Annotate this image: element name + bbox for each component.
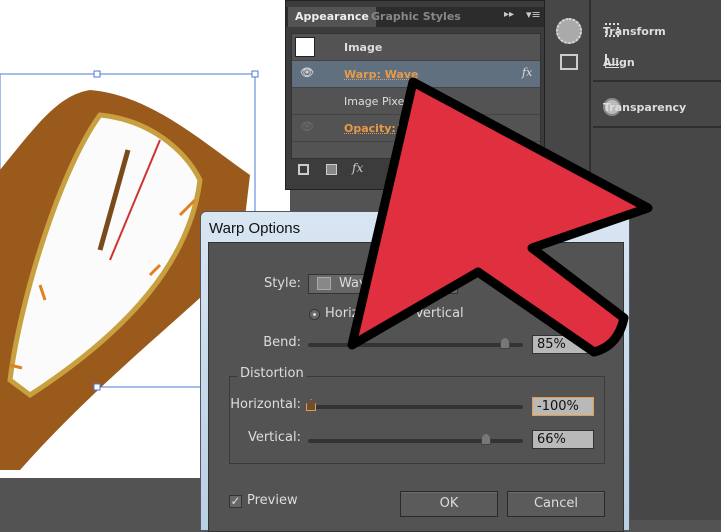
vertical-radio[interactable] bbox=[398, 309, 409, 320]
distortion-vertical-slider[interactable] bbox=[308, 433, 523, 445]
style-dropdown[interactable]: Wave ▼ bbox=[308, 274, 458, 294]
warp-options-dialog: Warp Options Style: Wave ▼ Horizontal Ve… bbox=[200, 211, 630, 532]
bend-slider[interactable] bbox=[308, 337, 523, 349]
add-effect-menu[interactable]: fx bbox=[352, 161, 363, 175]
panel-menu-icon[interactable]: ▾≡ bbox=[526, 8, 541, 21]
bend-field[interactable]: 85% bbox=[532, 335, 594, 354]
row-label: Image Pixels bbox=[344, 95, 414, 108]
opacity-link[interactable]: Opacity: bbox=[344, 122, 396, 135]
preview-checkbox[interactable]: ✓ bbox=[229, 495, 242, 508]
panel-expand-icon[interactable]: ▸▸ bbox=[504, 9, 514, 20]
cancel-button[interactable]: Cancel bbox=[507, 491, 605, 517]
graphic-styles-panel-icon[interactable] bbox=[560, 54, 578, 70]
ok-button[interactable]: OK bbox=[400, 491, 498, 517]
dock-item-transparency[interactable]: Transparency bbox=[603, 101, 686, 114]
dock-item-align[interactable]: Align bbox=[603, 56, 635, 69]
appearance-list: Image 👁 Warp: Wave fx Image Pixels 👁 Opa… bbox=[291, 33, 541, 159]
style-label: Style: bbox=[263, 276, 301, 291]
dialog-title: Warp Options bbox=[209, 220, 301, 237]
distortion-horizontal-field[interactable]: -100% bbox=[532, 397, 594, 416]
chevron-down-icon: ▼ bbox=[445, 277, 453, 288]
add-fill-icon[interactable] bbox=[326, 164, 337, 175]
horizontal-radio[interactable] bbox=[309, 309, 320, 320]
vertical-radio-label: Vertical bbox=[415, 306, 464, 321]
style-value: Wave bbox=[339, 276, 375, 291]
visibility-eye-icon[interactable]: 👁 bbox=[300, 66, 314, 79]
visibility-eye-icon[interactable]: 👁 bbox=[300, 120, 314, 133]
appearance-row-opacity[interactable]: 👁 Opacity: Default bbox=[292, 115, 540, 142]
bend-label: Bend: bbox=[263, 335, 301, 350]
appearance-panel: Appearance Graphic Styles ▸▸ ▾≡ Image 👁 … bbox=[285, 0, 545, 190]
appearance-panel-icon[interactable] bbox=[556, 18, 582, 44]
distortion-horizontal-slider[interactable] bbox=[306, 399, 523, 411]
distortion-vertical-field[interactable]: 66% bbox=[532, 430, 594, 449]
appearance-row-image[interactable]: Image bbox=[292, 34, 540, 61]
tab-appearance[interactable]: Appearance bbox=[288, 7, 376, 27]
distortion-vertical-label: Vertical: bbox=[247, 430, 301, 445]
warp-effect-link[interactable]: Warp: Wave bbox=[344, 68, 419, 81]
appearance-row-image-pixels[interactable]: Image Pixels bbox=[292, 88, 540, 115]
appearance-row-warp[interactable]: 👁 Warp: Wave fx bbox=[292, 61, 540, 88]
distortion-group bbox=[229, 376, 605, 464]
distortion-title: Distortion bbox=[237, 366, 307, 381]
wave-style-icon bbox=[317, 277, 331, 290]
add-stroke-icon[interactable] bbox=[298, 164, 309, 175]
horizontal-radio-label: Horizontal bbox=[325, 306, 392, 321]
preview-label: Preview bbox=[247, 493, 298, 508]
row-label: Image bbox=[344, 41, 383, 54]
dock-item-transform[interactable]: Transform bbox=[603, 25, 666, 38]
image-thumbnail bbox=[295, 37, 315, 57]
opacity-value: Default bbox=[397, 122, 443, 135]
fx-icon[interactable]: fx bbox=[522, 66, 532, 79]
tab-graphic-styles[interactable]: Graphic Styles bbox=[364, 7, 468, 27]
distortion-horizontal-label: Horizontal: bbox=[230, 397, 301, 412]
